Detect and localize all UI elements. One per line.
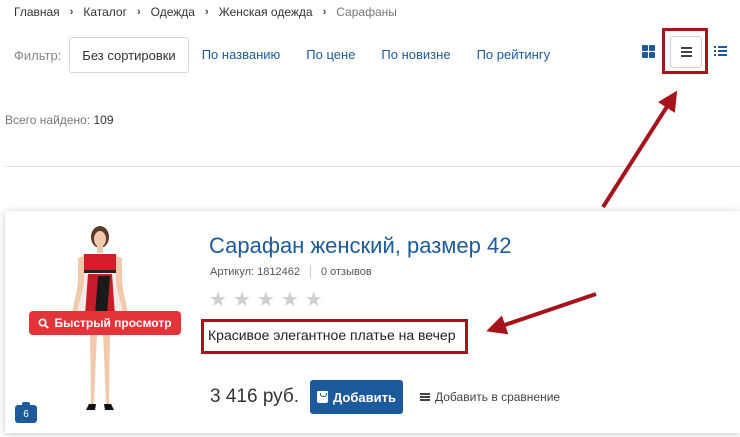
add-to-cart-button[interactable]: Добавить bbox=[310, 380, 403, 414]
star-icon[interactable]: ★ bbox=[305, 289, 323, 311]
breadcrumb-current: Сарафаны bbox=[336, 5, 397, 19]
photo-count: 6 bbox=[23, 408, 29, 420]
sort-by-name-button[interactable]: По названию bbox=[189, 37, 294, 73]
star-icon[interactable]: ★ bbox=[281, 289, 299, 311]
star-icon[interactable]: ★ bbox=[209, 289, 227, 311]
results-count: Всего найдено: 109 bbox=[5, 113, 114, 127]
rating-stars[interactable]: ★ ★ ★ ★ ★ bbox=[209, 289, 323, 311]
compare-label: Добавить в сравнение bbox=[435, 390, 561, 404]
annotation-arrow-view-toggle bbox=[601, 90, 678, 209]
star-icon[interactable]: ★ bbox=[233, 289, 251, 311]
chevron-right-icon: › bbox=[69, 6, 74, 18]
grid-icon[interactable] bbox=[642, 45, 655, 58]
chevron-right-icon: › bbox=[322, 6, 327, 18]
results-label: Всего найдено: bbox=[5, 113, 91, 127]
shopping-bag-icon bbox=[317, 391, 329, 403]
sort-filter-bar: Фильтр: Без сортировки По названию По це… bbox=[14, 37, 563, 73]
add-to-compare-link[interactable]: Добавить в сравнение bbox=[420, 390, 560, 404]
search-icon bbox=[39, 318, 50, 329]
product-meta: Артикул: 1812462 0 отзывов bbox=[210, 265, 372, 278]
add-to-cart-label: Добавить bbox=[333, 389, 396, 405]
sort-by-price-button[interactable]: По цене bbox=[293, 37, 368, 73]
quick-view-label: Быстрый просмотр bbox=[54, 316, 172, 330]
annotation-box-view-toggle bbox=[662, 28, 708, 74]
product-title-link[interactable]: Сарафан женский, размер 42 bbox=[209, 233, 511, 259]
sort-by-rating-button[interactable]: По рейтингу bbox=[464, 37, 564, 73]
product-price: 3 416 руб. bbox=[210, 386, 300, 407]
chevron-right-icon: › bbox=[136, 6, 141, 18]
sort-none-button[interactable]: Без сортировки bbox=[69, 37, 189, 73]
compare-list-icon bbox=[420, 393, 430, 401]
breadcrumb-catalog[interactable]: Каталог bbox=[83, 5, 127, 19]
breadcrumb-home[interactable]: Главная bbox=[14, 5, 60, 19]
camera-icon[interactable]: 6 bbox=[15, 402, 37, 423]
divider bbox=[5, 166, 740, 167]
annotation-box-description bbox=[201, 319, 468, 354]
breadcrumb-clothing[interactable]: Одежда bbox=[151, 5, 195, 19]
breadcrumb: Главная › Каталог › Одежда › Женская оде… bbox=[14, 5, 397, 19]
separator bbox=[309, 265, 311, 278]
sort-by-newest-button[interactable]: По новизне bbox=[368, 37, 463, 73]
breadcrumb-womens-clothing[interactable]: Женская одежда bbox=[219, 5, 313, 19]
filter-label: Фильтр: bbox=[14, 47, 62, 63]
compact-list-icon[interactable] bbox=[714, 45, 727, 57]
reviews-link[interactable]: 0 отзывов bbox=[321, 266, 372, 278]
star-icon[interactable]: ★ bbox=[257, 289, 275, 311]
product-sku: Артикул: 1812462 bbox=[210, 265, 300, 278]
results-number: 109 bbox=[93, 113, 114, 127]
chevron-right-icon: › bbox=[204, 6, 209, 18]
quick-view-button[interactable]: Быстрый просмотр bbox=[29, 311, 181, 335]
